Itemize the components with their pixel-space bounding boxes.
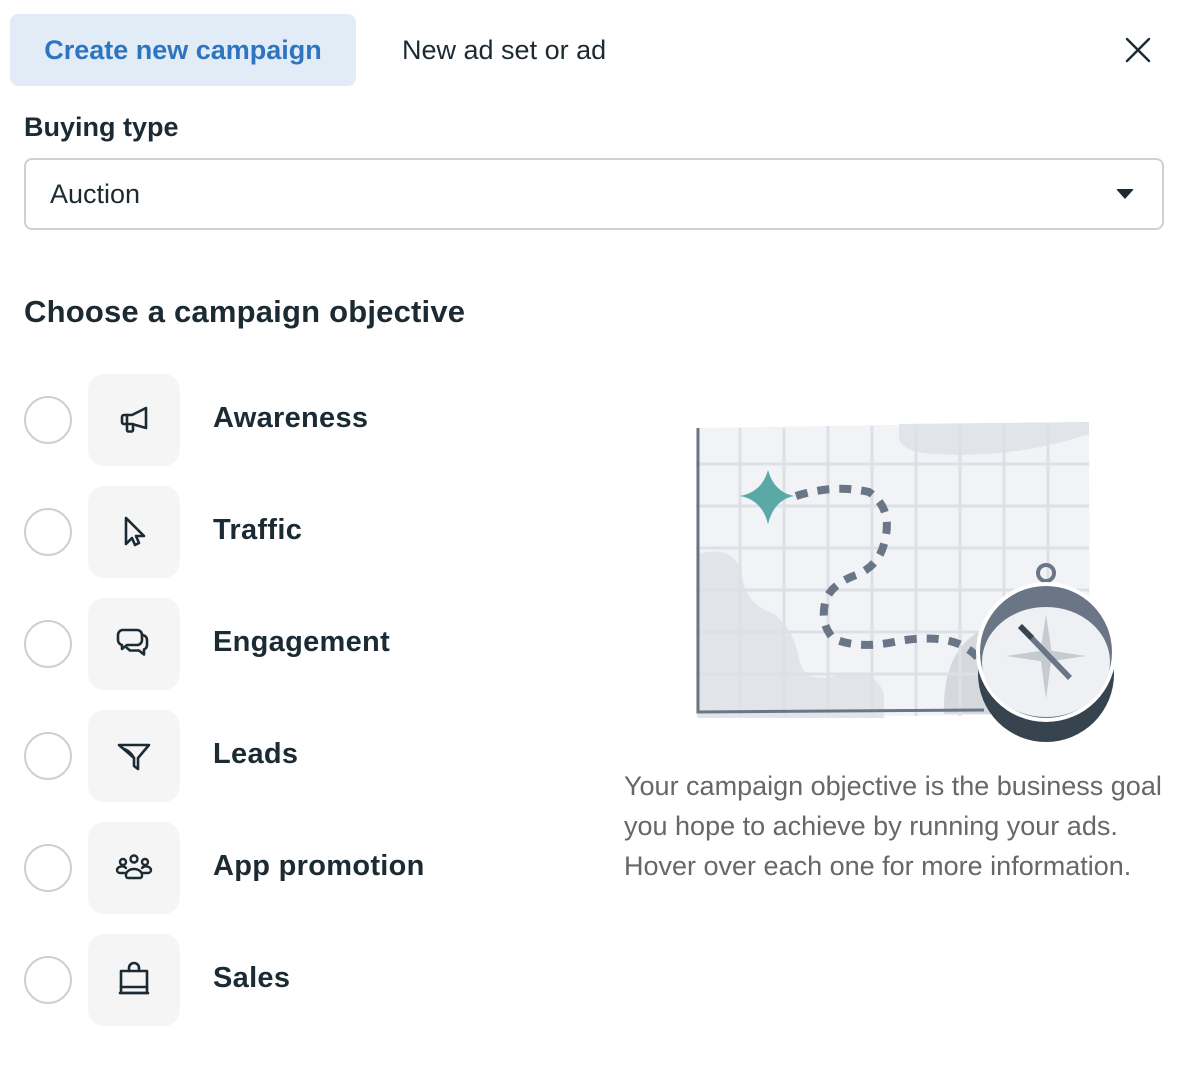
objective-icon-box — [88, 598, 180, 690]
objective-label: Awareness — [213, 402, 369, 434]
people-group-icon — [115, 854, 153, 880]
objective-option-app-promotion[interactable]: App promotion — [24, 822, 584, 934]
tab-create-new-campaign[interactable]: Create new campaign — [10, 14, 356, 86]
close-button[interactable] — [1114, 26, 1162, 74]
shopping-bag-icon — [118, 961, 150, 995]
buying-type-select[interactable]: Auction — [24, 158, 1164, 230]
tab-new-ad-set-or-ad[interactable]: New ad set or ad — [378, 14, 630, 86]
buying-type-value: Auction — [50, 178, 141, 209]
objective-option-awareness[interactable]: Awareness — [24, 374, 584, 486]
objective-section-title: Choose a campaign objective — [24, 294, 466, 329]
cursor-icon — [124, 516, 146, 547]
objective-icon-box — [88, 486, 180, 578]
close-icon — [1125, 37, 1151, 63]
objective-label: Traffic — [213, 514, 303, 546]
funnel-icon — [117, 743, 151, 771]
objective-label: Leads — [213, 738, 299, 770]
objective-icon-box — [88, 374, 180, 466]
objective-icon-box — [88, 710, 180, 802]
megaphone-icon — [120, 406, 148, 433]
campaign-tabs: Create new campaign New ad set or ad — [10, 14, 630, 86]
objective-label: App promotion — [213, 850, 425, 882]
objective-icon-box — [88, 934, 180, 1026]
map-with-compass-illustration — [684, 414, 1124, 744]
objective-option-leads[interactable]: Leads — [24, 710, 584, 822]
objective-label: Sales — [213, 962, 291, 994]
radio-button[interactable] — [24, 956, 72, 1004]
radio-button[interactable] — [24, 508, 72, 556]
objective-option-sales[interactable]: Sales — [24, 934, 584, 1046]
objective-option-traffic[interactable]: Traffic — [24, 486, 584, 598]
chat-bubbles-icon — [116, 628, 149, 656]
caret-down-icon — [1116, 189, 1134, 199]
radio-button[interactable] — [24, 732, 72, 780]
radio-button[interactable] — [24, 620, 72, 668]
objective-help-text: Your campaign objective is the business … — [624, 771, 1162, 881]
objective-list: Awareness Traffic Engagement Leads App p… — [24, 374, 584, 1046]
radio-button[interactable] — [24, 844, 72, 892]
objective-label: Engagement — [213, 626, 391, 658]
objective-option-engagement[interactable]: Engagement — [24, 598, 584, 710]
radio-button[interactable] — [24, 396, 72, 444]
objective-icon-box — [88, 822, 180, 914]
buying-type-label: Buying type — [24, 112, 179, 142]
